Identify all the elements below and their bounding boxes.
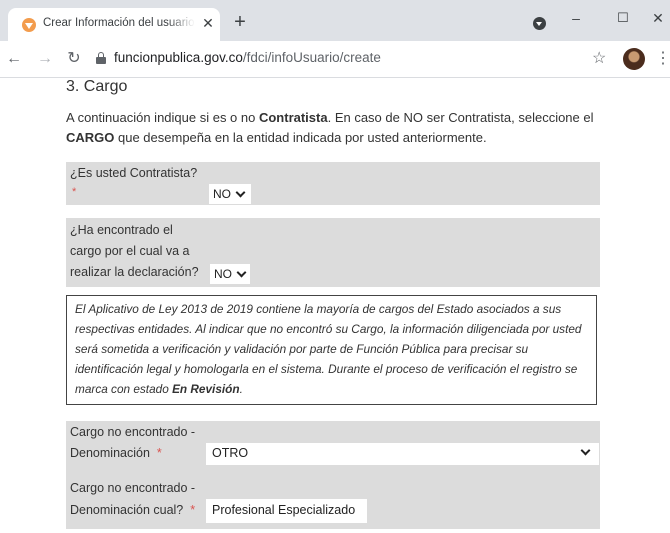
- chevron-down-icon: [236, 267, 247, 278]
- denominacion-label-1: Cargo no encontrado -: [70, 425, 196, 439]
- chevron-down-icon: [235, 187, 246, 198]
- contratista-row: ¿Es usted Contratista? * NO: [66, 162, 600, 205]
- intro-text: A continuación indique si es o no Contra…: [66, 110, 594, 145]
- tab-close-icon[interactable]: ✕: [199, 14, 217, 32]
- cargo-encontrado-label-3: realizar la declaración?: [70, 265, 199, 279]
- new-tab-button[interactable]: +: [230, 12, 250, 33]
- url-text: funcionpublica.gov.co/fdci/infoUsuario/c…: [114, 50, 381, 65]
- active-tab[interactable]: Crear Información del usuario - S ✕: [8, 8, 220, 41]
- denominacion-section: Cargo no encontrado - Denominación * OTR…: [66, 421, 600, 529]
- tab-strip: Crear Información del usuario - S ✕ + – …: [0, 0, 670, 41]
- chevron-down-icon: [580, 445, 591, 456]
- cargo-encontrado-label-2: cargo por el cual va a: [70, 244, 190, 258]
- back-arrow-icon[interactable]: ←: [4, 49, 24, 69]
- bookmark-star-icon[interactable]: ☆: [592, 48, 606, 68]
- maximize-button[interactable]: ☐: [613, 8, 633, 28]
- denominacion-select[interactable]: OTRO: [206, 443, 599, 465]
- denominacion-cual-label-1: Cargo no encontrado -: [70, 481, 196, 495]
- profile-avatar[interactable]: [623, 48, 645, 70]
- cargo-encontrado-row: ¿Ha encontrado el cargo por el cual va a…: [66, 218, 600, 287]
- forward-arrow-icon[interactable]: →: [35, 49, 55, 69]
- denominacion-cual-input[interactable]: Profesional Especializado: [206, 499, 367, 523]
- browser-toolbar: ← → ↻ funcionpublica.gov.co/fdci/infoUsu…: [0, 41, 670, 78]
- tab-title: Crear Información del usuario - S: [43, 17, 195, 29]
- address-bar[interactable]: funcionpublica.gov.co/fdci/infoUsuario/c…: [96, 44, 616, 73]
- site-favicon-icon: [22, 18, 36, 32]
- close-window-button[interactable]: ✕: [648, 8, 668, 28]
- lock-icon: [96, 52, 106, 64]
- contratista-select[interactable]: NO: [209, 184, 251, 204]
- page-content: 3. Cargo A continuación indique si es o …: [0, 78, 670, 533]
- cargo-encontrado-select[interactable]: NO: [210, 264, 250, 284]
- required-marker: *: [72, 186, 77, 198]
- minimize-button[interactable]: –: [566, 8, 586, 28]
- contratista-value: NO: [213, 187, 231, 201]
- section-title: 3. Cargo: [66, 78, 128, 95]
- extension-icon[interactable]: [533, 17, 546, 30]
- denominacion-cual-label-2: Denominación cual? *: [70, 503, 196, 517]
- denominacion-label-2: Denominación *: [70, 446, 162, 460]
- notice-box: El Aplicativo de Ley 2013 de 2019 contie…: [66, 295, 597, 405]
- cargo-encontrado-value: NO: [214, 267, 232, 281]
- denominacion-value: OTRO: [212, 446, 249, 460]
- cargo-encontrado-label-1: ¿Ha encontrado el: [70, 223, 173, 237]
- menu-kebab-icon[interactable]: ⋮: [655, 48, 670, 68]
- contratista-label: ¿Es usted Contratista?: [70, 166, 198, 180]
- reload-icon[interactable]: ↻: [64, 49, 84, 69]
